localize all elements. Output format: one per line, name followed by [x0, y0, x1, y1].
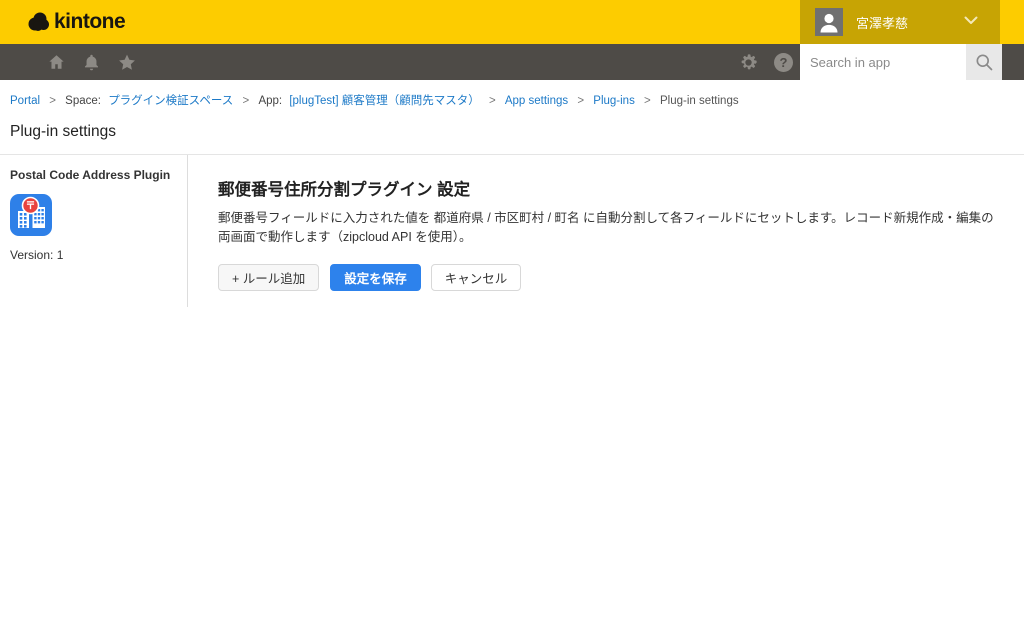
favorites-star-icon[interactable]: [117, 53, 137, 72]
breadcrumb-link-space[interactable]: プラグイン検証スペース: [108, 95, 233, 107]
breadcrumb-link-app[interactable]: [plugTest] 顧客管理（顧問先マスタ）: [289, 95, 479, 107]
plugin-name: Postal Code Address Plugin: [10, 168, 177, 183]
plugin-settings-title: 郵便番号住所分割プラグイン 設定: [218, 176, 1004, 200]
plugin-sidebar: Postal Code Address Plugin 〒 Version: 1: [0, 155, 188, 307]
breadcrumb-link-plugins[interactable]: Plug-ins: [593, 95, 635, 107]
save-settings-button[interactable]: 設定を保存: [330, 264, 421, 291]
notifications-bell-icon[interactable]: [83, 53, 100, 72]
breadcrumb-separator: >: [644, 95, 651, 107]
plugin-settings-description: 郵便番号フィールドに入力された値を 都道府県 / 市区町村 / 町名 に自動分割…: [218, 209, 1004, 247]
breadcrumb-link-app-settings[interactable]: App settings: [505, 95, 568, 107]
postal-mark: 〒: [26, 200, 36, 212]
breadcrumb-separator: >: [489, 95, 496, 107]
help-icon[interactable]: ?: [774, 53, 793, 72]
user-menu[interactable]: 宮澤孝慈: [800, 0, 1000, 44]
button-row: + ルール追加 設定を保存 キャンセル: [218, 264, 1004, 291]
chevron-down-icon: [964, 16, 978, 25]
breadcrumb-separator: >: [49, 95, 56, 107]
search-input[interactable]: [800, 44, 966, 80]
breadcrumb-link-portal[interactable]: Portal: [10, 95, 40, 107]
breadcrumb-current: Plug-in settings: [660, 95, 739, 107]
breadcrumb-separator: >: [243, 95, 250, 107]
page-title: Plug-in settings: [10, 123, 1014, 141]
search-button[interactable]: [966, 44, 1002, 80]
user-avatar: [815, 8, 843, 36]
home-icon[interactable]: [47, 53, 66, 71]
kintone-logo-text: kintone: [54, 10, 125, 34]
settings-gear-icon[interactable]: [739, 53, 758, 72]
content-area: Postal Code Address Plugin 〒 Version: 1 …: [0, 155, 1024, 307]
add-rule-button[interactable]: + ルール追加: [218, 264, 319, 291]
user-name: 宮澤孝慈: [856, 13, 908, 32]
breadcrumb-prefix-app: App:: [258, 95, 282, 107]
breadcrumb-separator: >: [577, 95, 584, 107]
breadcrumb: Portal > Space: プラグイン検証スペース > App: [plug…: [0, 80, 1024, 108]
kintone-logo[interactable]: kintone: [27, 10, 125, 34]
plugin-icon: 〒: [10, 194, 52, 236]
plugin-settings-panel: 郵便番号住所分割プラグイン 設定 郵便番号フィールドに入力された値を 都道府県 …: [188, 155, 1024, 307]
plugin-version: Version: 1: [10, 248, 177, 262]
kintone-logo-icon: [27, 11, 51, 33]
global-toolbar: ?: [0, 44, 1024, 80]
cancel-button[interactable]: キャンセル: [431, 264, 522, 291]
app-search: [800, 44, 1002, 80]
hamburger-menu-icon[interactable]: [9, 54, 31, 70]
app-header: kintone 宮澤孝慈: [0, 0, 1024, 44]
breadcrumb-prefix-space: Space:: [65, 95, 101, 107]
search-icon: [974, 52, 994, 72]
